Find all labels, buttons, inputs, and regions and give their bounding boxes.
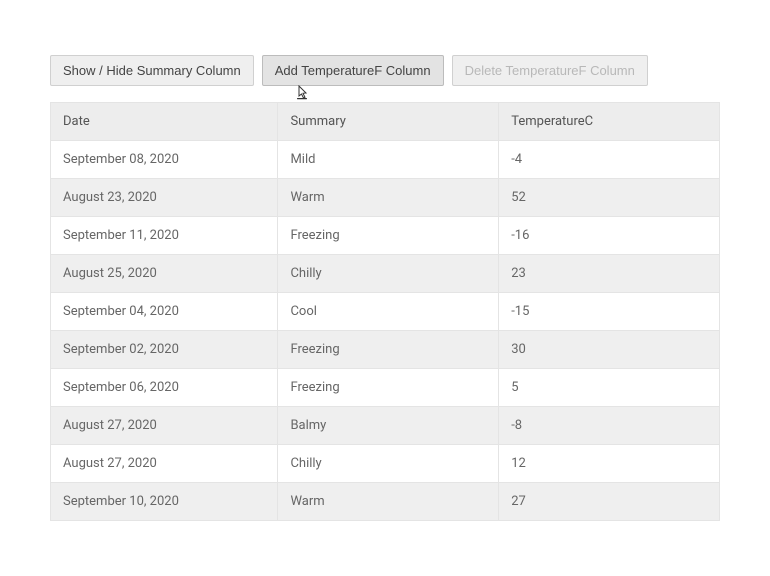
cell-date: September 11, 2020 [51,217,278,255]
cell-tempc: -8 [499,407,720,445]
cell-date: September 10, 2020 [51,483,278,521]
cell-date: September 08, 2020 [51,141,278,179]
table-header-row: Date Summary TemperatureC [51,103,720,141]
column-header-date: Date [51,103,278,141]
cell-date: September 06, 2020 [51,369,278,407]
table-row: August 27, 2020Balmy-8 [51,407,720,445]
table-row: August 23, 2020Warm52 [51,179,720,217]
table-row: September 11, 2020Freezing-16 [51,217,720,255]
cell-summary: Balmy [278,407,499,445]
table-row: August 25, 2020Chilly23 [51,255,720,293]
delete-tempf-button: Delete TemperatureF Column [452,55,648,86]
cell-summary: Freezing [278,217,499,255]
table-row: September 06, 2020Freezing5 [51,369,720,407]
cell-tempc: 30 [499,331,720,369]
cell-summary: Chilly [278,255,499,293]
cell-date: September 04, 2020 [51,293,278,331]
table-row: September 02, 2020Freezing30 [51,331,720,369]
column-header-tempc: TemperatureC [499,103,720,141]
cell-date: August 25, 2020 [51,255,278,293]
cell-tempc: -4 [499,141,720,179]
toolbar: Show / Hide Summary Column Add Temperatu… [50,55,720,86]
cell-tempc: 23 [499,255,720,293]
cell-date: August 23, 2020 [51,179,278,217]
cell-date: August 27, 2020 [51,407,278,445]
cell-summary: Warm [278,483,499,521]
cell-tempc: -16 [499,217,720,255]
add-tempf-button[interactable]: Add TemperatureF Column [262,55,444,86]
cell-tempc: 52 [499,179,720,217]
cell-summary: Cool [278,293,499,331]
cell-tempc: 27 [499,483,720,521]
cell-tempc: 12 [499,445,720,483]
table-row: September 10, 2020Warm27 [51,483,720,521]
cell-date: September 02, 2020 [51,331,278,369]
cell-summary: Warm [278,179,499,217]
cell-summary: Mild [278,141,499,179]
cell-tempc: -15 [499,293,720,331]
cell-tempc: 5 [499,369,720,407]
table-row: September 04, 2020Cool-15 [51,293,720,331]
cell-summary: Freezing [278,369,499,407]
table-row: September 08, 2020Mild-4 [51,141,720,179]
cell-date: August 27, 2020 [51,445,278,483]
cell-summary: Freezing [278,331,499,369]
toggle-summary-button[interactable]: Show / Hide Summary Column [50,55,254,86]
cell-summary: Chilly [278,445,499,483]
table-row: August 27, 2020Chilly12 [51,445,720,483]
weather-table: Date Summary TemperatureC September 08, … [50,102,720,521]
column-header-summary: Summary [278,103,499,141]
